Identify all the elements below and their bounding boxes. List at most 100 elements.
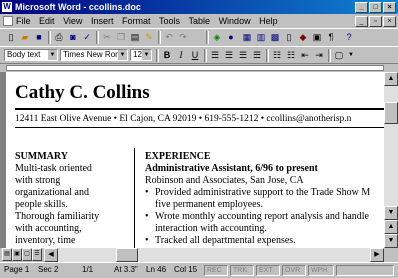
justify-icon[interactable]: ☰ (250, 49, 264, 62)
italic-icon[interactable]: I (174, 49, 188, 62)
print-preview-icon[interactable]: ◙ (66, 31, 80, 44)
columns-icon[interactable]: ▯ (282, 31, 296, 44)
window-title: Microsoft Word - ccollins.doc (15, 2, 141, 12)
menu-table[interactable]: Table (189, 14, 211, 28)
print-layout-view-icon[interactable]: ▢ (22, 248, 32, 261)
previous-page-icon[interactable]: ▲ (384, 220, 398, 234)
vertical-scrollbar[interactable]: ▲ ▼ ▲ ▼ (384, 72, 398, 248)
decrease-indent-icon[interactable]: ⇤ (298, 49, 312, 62)
doc-minimize-button[interactable]: _ (355, 16, 368, 27)
maximize-button[interactable]: □ (369, 2, 382, 13)
insert-table-icon[interactable]: ▥ (254, 31, 268, 44)
menu-window[interactable]: Window (219, 14, 251, 28)
toolbar-separator (158, 31, 161, 44)
name-rule (15, 108, 384, 110)
doc-close-button[interactable]: × (383, 16, 396, 27)
summary-line: organizational and (15, 187, 89, 198)
chevron-down-icon[interactable]: ▼ (142, 50, 151, 60)
numbering-icon[interactable]: ☷ (270, 49, 284, 62)
bullet-continuation: interaction with accounting. (155, 223, 267, 234)
align-center-icon[interactable]: ☰ (222, 49, 236, 62)
ext-indicator[interactable]: EXT (256, 265, 280, 276)
scroll-left-icon[interactable]: ◀ (44, 248, 58, 262)
scroll-down-icon[interactable]: ▼ (384, 206, 398, 220)
autoformat-icon[interactable]: ◈ (210, 31, 224, 44)
menu-tools[interactable]: Tools (159, 14, 180, 28)
bullet-item: • Provided administrative support to the … (145, 187, 370, 199)
scroll-up-icon[interactable]: ▲ (384, 72, 398, 86)
new-document-icon[interactable]: ▯ (4, 31, 18, 44)
status-at: At 3.3" (114, 265, 138, 274)
drawing-icon[interactable]: ◆ (296, 31, 310, 44)
document-area: Cathy C. Collins 12411 East Olive Avenue… (0, 72, 384, 248)
document-icon[interactable] (3, 16, 13, 26)
menu-file[interactable]: File (16, 14, 31, 28)
horizontal-scroll-thumb[interactable] (116, 248, 138, 262)
vertical-scroll-thumb[interactable] (384, 102, 398, 124)
insert-excel-icon[interactable]: ▩ (268, 31, 282, 44)
bullet-item: • Wrote monthly accounting report analysi… (145, 211, 369, 223)
show-hide-icon[interactable]: ¶ (324, 31, 338, 44)
copy-icon[interactable]: ❐ (114, 31, 128, 44)
paste-icon[interactable]: ▤ (128, 31, 142, 44)
ruler-strip[interactable] (6, 65, 384, 71)
toolbar-separator (206, 31, 209, 44)
font-dropdown[interactable]: Times New Roman ▼ (60, 49, 128, 61)
align-left-icon[interactable]: ☰ (208, 49, 222, 62)
undo-icon[interactable]: ↶ (162, 31, 176, 44)
bullet-marker: • (145, 211, 149, 222)
hyperlink-icon[interactable]: ● (224, 31, 238, 44)
underline-icon[interactable]: U (188, 49, 202, 62)
rec-indicator[interactable]: REC (204, 265, 228, 276)
horizontal-scrollbar[interactable]: ◀ ▶ (44, 248, 384, 262)
title-bar: W Microsoft Word - ccollins.doc _ □ × (0, 0, 398, 14)
doc-restore-button[interactable]: ▫ (369, 16, 382, 27)
trk-indicator[interactable]: TRK (230, 265, 254, 276)
print-icon[interactable]: ⎙ (52, 31, 66, 44)
scroll-right-icon[interactable]: ▶ (370, 248, 384, 262)
font-size-dropdown[interactable]: 12 ▼ (130, 49, 152, 61)
open-folder-icon[interactable]: ▰ (18, 31, 32, 44)
menu-help[interactable]: Help (259, 14, 278, 28)
word-app-icon[interactable]: W (2, 2, 12, 12)
wph-indicator[interactable]: WPH (308, 265, 334, 276)
document-page[interactable]: Cathy C. Collins 12411 East Olive Avenue… (6, 72, 384, 248)
chevron-down-icon[interactable]: ▼ (118, 50, 127, 60)
web-layout-view-icon[interactable]: ▣ (12, 248, 22, 261)
tables-borders-icon[interactable]: ▦ (240, 31, 254, 44)
standard-toolbar: ▯ ▰ ■ ⎙ ◙ ✓ ✂ ❐ ▤ ✎ ↶ ↷ ◈ ● ▦ ▥ ▩ ▯ ◆ ▣ … (0, 28, 398, 46)
status-page: Page 1 (4, 265, 30, 274)
normal-view-icon[interactable]: ▤ (2, 248, 12, 261)
summary-line: with accounting, (15, 223, 82, 234)
menu-bar: File Edit View Insert Format Tools Table… (0, 14, 398, 28)
toolbar-separator (48, 31, 51, 44)
outline-view-icon[interactable]: ☰ (32, 248, 42, 261)
close-button[interactable]: × (383, 2, 396, 13)
redo-icon[interactable]: ↷ (176, 31, 190, 44)
align-right-icon[interactable]: ☰ (236, 49, 250, 62)
job-title: Administrative Assistant, 6/96 to presen… (145, 163, 318, 174)
format-painter-icon[interactable]: ✎ (142, 31, 156, 44)
menu-insert[interactable]: Insert (91, 14, 114, 28)
save-icon[interactable]: ■ (32, 31, 46, 44)
document-map-icon[interactable]: ▣ (310, 31, 324, 44)
bullets-icon[interactable]: ☷ (284, 49, 298, 62)
increase-indent-icon[interactable]: ⇥ (312, 49, 326, 62)
ovr-indicator[interactable]: OVR (282, 265, 306, 276)
bold-icon[interactable]: B (160, 49, 174, 62)
menu-edit[interactable]: Edit (39, 14, 55, 28)
style-dropdown[interactable]: Body text ▼ (4, 49, 58, 61)
bullet-continuation: five permanent employees. (155, 199, 264, 210)
help-icon[interactable]: ? (342, 31, 356, 44)
chevron-down-icon[interactable]: ▼ (48, 50, 57, 60)
chevron-down-icon[interactable]: ▼ (344, 49, 358, 62)
minimize-button[interactable]: _ (355, 2, 368, 13)
menu-format[interactable]: Format (122, 14, 151, 28)
next-page-icon[interactable]: ▼ (384, 234, 398, 248)
summary-line: Thorough familiarity (15, 211, 100, 222)
summary-line: people skills. (15, 199, 68, 210)
menu-view[interactable]: View (63, 14, 82, 28)
bullet-text: Tracked all departmental expenses. (155, 235, 296, 246)
cut-icon[interactable]: ✂ (100, 31, 114, 44)
spelling-icon[interactable]: ✓ (80, 31, 94, 44)
